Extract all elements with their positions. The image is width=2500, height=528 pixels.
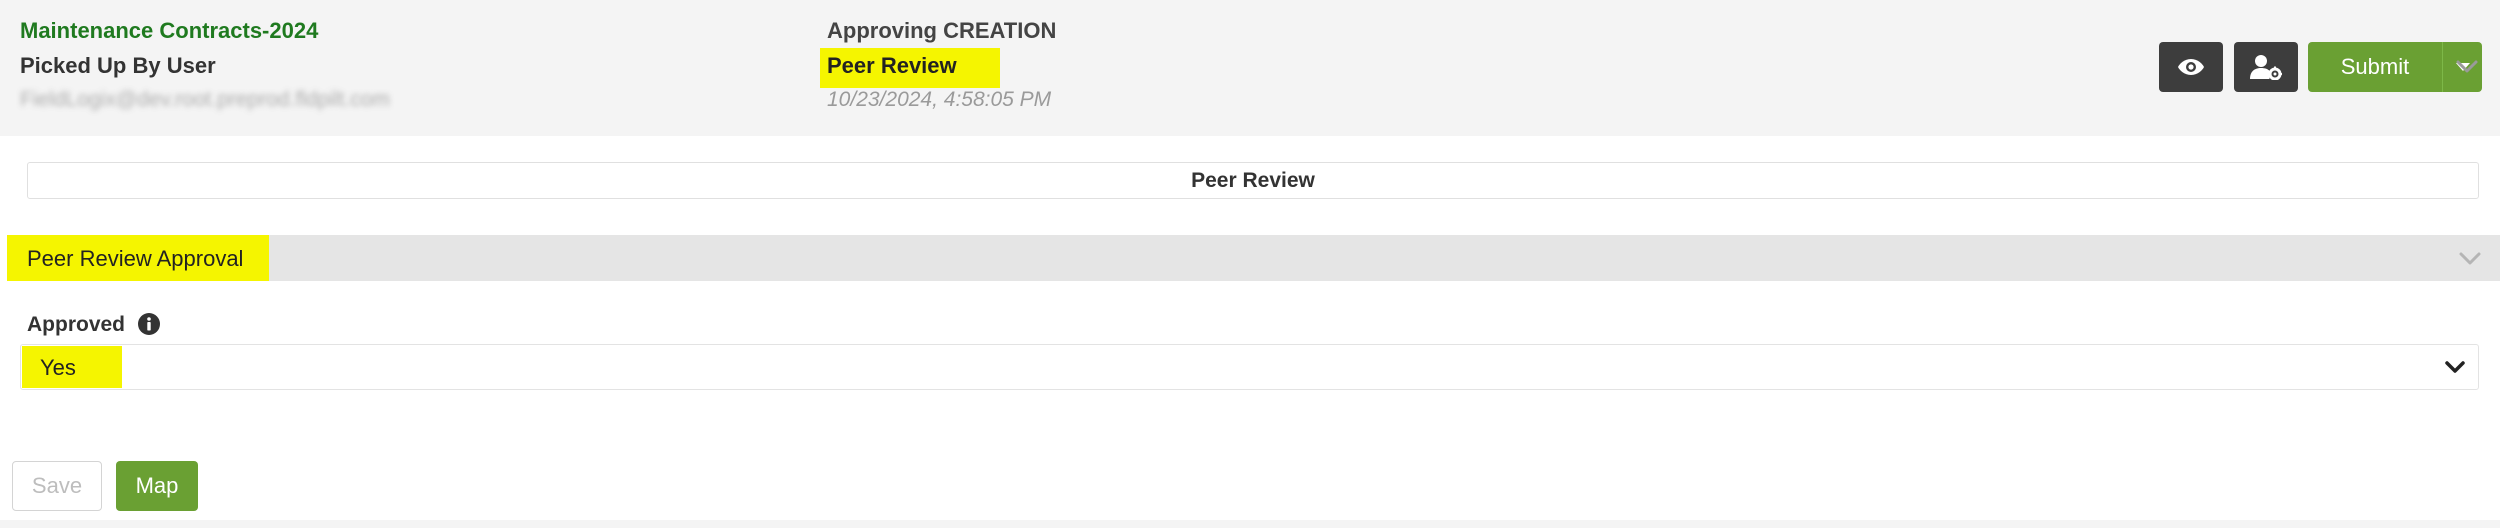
section-title: Peer Review Approval (27, 246, 244, 271)
section-collapse-toggle[interactable] (2455, 244, 2485, 274)
chevron-down-icon (2445, 360, 2465, 373)
approved-select-value: Yes (40, 355, 76, 380)
reassign-button[interactable] (2234, 42, 2298, 92)
section-header[interactable] (7, 235, 2500, 281)
user-email: FieldLogix@dev.root.preprod.fldpilt.com (20, 88, 390, 111)
map-button[interactable]: Map (116, 461, 198, 511)
workflow-title: Maintenance Contracts-2024 (20, 18, 319, 43)
submit-button[interactable]: Submit (2308, 42, 2442, 92)
approving-label: Approving CREATION (827, 18, 1057, 43)
current-step-bar: Peer Review (27, 162, 2479, 199)
user-gear-icon (2250, 55, 2282, 80)
approved-select[interactable] (20, 344, 2479, 390)
chevron-down-icon (2456, 60, 2478, 73)
save-button[interactable]: Save (12, 461, 102, 511)
pickup-status: Picked Up By User (20, 53, 216, 78)
approved-select-toggle[interactable] (2440, 352, 2470, 382)
approved-field-label: Approved (27, 313, 126, 336)
info-icon[interactable] (137, 312, 161, 336)
eye-icon (2178, 59, 2204, 75)
page: Maintenance Contracts-2024 Picked Up By … (0, 0, 2500, 528)
timestamp: 10/23/2024, 4:58:05 PM (827, 88, 1052, 111)
header-collapse-toggle[interactable] (2452, 52, 2482, 82)
chevron-down-icon (2459, 252, 2481, 265)
view-button[interactable] (2159, 42, 2223, 92)
step-name: Peer Review (827, 53, 957, 78)
workflow-header (0, 0, 2500, 136)
bottom-divider (0, 520, 2500, 528)
